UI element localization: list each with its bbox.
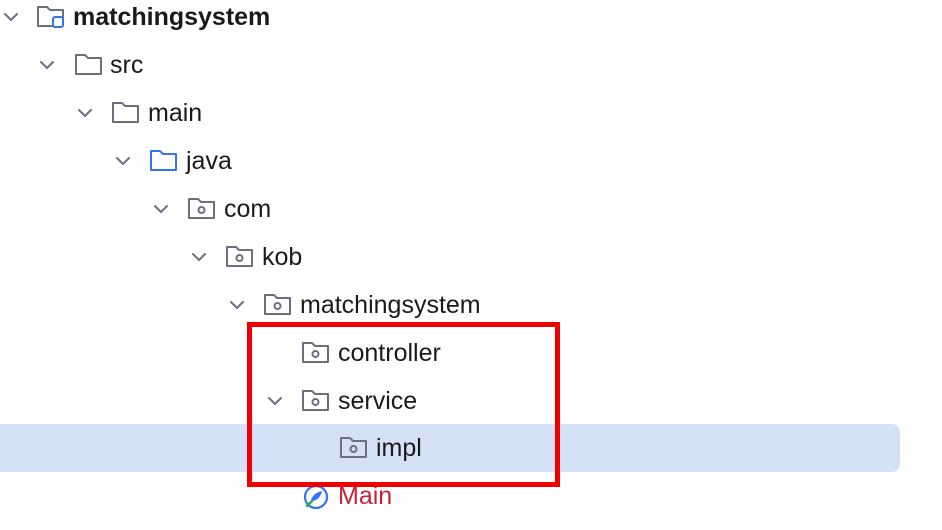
tree-item-label: matchingsystem <box>300 291 481 319</box>
package-icon <box>340 437 367 458</box>
folder-icon <box>112 102 139 123</box>
package-icon <box>302 390 329 411</box>
package-icon <box>188 198 215 219</box>
tree-item-label: matchingsystem <box>73 3 271 31</box>
tree-item-label: main <box>148 99 203 127</box>
tree-item-matchingsystem-package[interactable]: matchingsystem <box>0 281 942 329</box>
source-folder-icon <box>150 150 177 171</box>
tree-item-project[interactable]: matchingsystem <box>0 0 942 41</box>
folder-icon <box>75 54 102 75</box>
chevron-down-icon[interactable] <box>266 392 284 410</box>
tree-item-java[interactable]: java <box>0 137 942 185</box>
chevron-down-icon[interactable] <box>2 8 20 26</box>
tree-item-controller[interactable]: controller <box>0 329 942 377</box>
tree-item-label: Main <box>338 482 393 510</box>
chevron-down-icon[interactable] <box>38 56 56 74</box>
package-icon <box>226 246 253 267</box>
tree-item-kob[interactable]: kob <box>0 233 942 281</box>
tree-item-label: kob <box>262 243 303 271</box>
selection-highlight <box>0 424 900 472</box>
tree-item-main-class[interactable]: Main <box>0 472 942 520</box>
project-tree: matchingsystem src main java com kob mat… <box>0 0 942 530</box>
chevron-down-icon[interactable] <box>190 248 208 266</box>
chevron-down-icon[interactable] <box>152 200 170 218</box>
spring-boot-class-icon <box>303 484 329 510</box>
tree-item-label: impl <box>376 434 422 462</box>
package-icon <box>264 294 291 315</box>
tree-item-label: controller <box>338 339 441 367</box>
tree-item-service[interactable]: service <box>0 377 942 425</box>
tree-item-com[interactable]: com <box>0 185 942 233</box>
tree-item-label: src <box>110 51 144 79</box>
tree-item-label: com <box>224 195 272 223</box>
package-icon <box>302 342 329 363</box>
tree-item-src[interactable]: src <box>0 41 942 89</box>
chevron-down-icon[interactable] <box>114 152 132 170</box>
tree-item-label: service <box>338 387 418 415</box>
tree-item-impl[interactable]: impl <box>0 424 942 472</box>
tree-item-label: java <box>186 147 232 175</box>
chevron-down-icon[interactable] <box>228 296 246 314</box>
chevron-down-icon[interactable] <box>76 104 94 122</box>
tree-item-main[interactable]: main <box>0 89 942 137</box>
module-folder-icon <box>37 6 64 28</box>
